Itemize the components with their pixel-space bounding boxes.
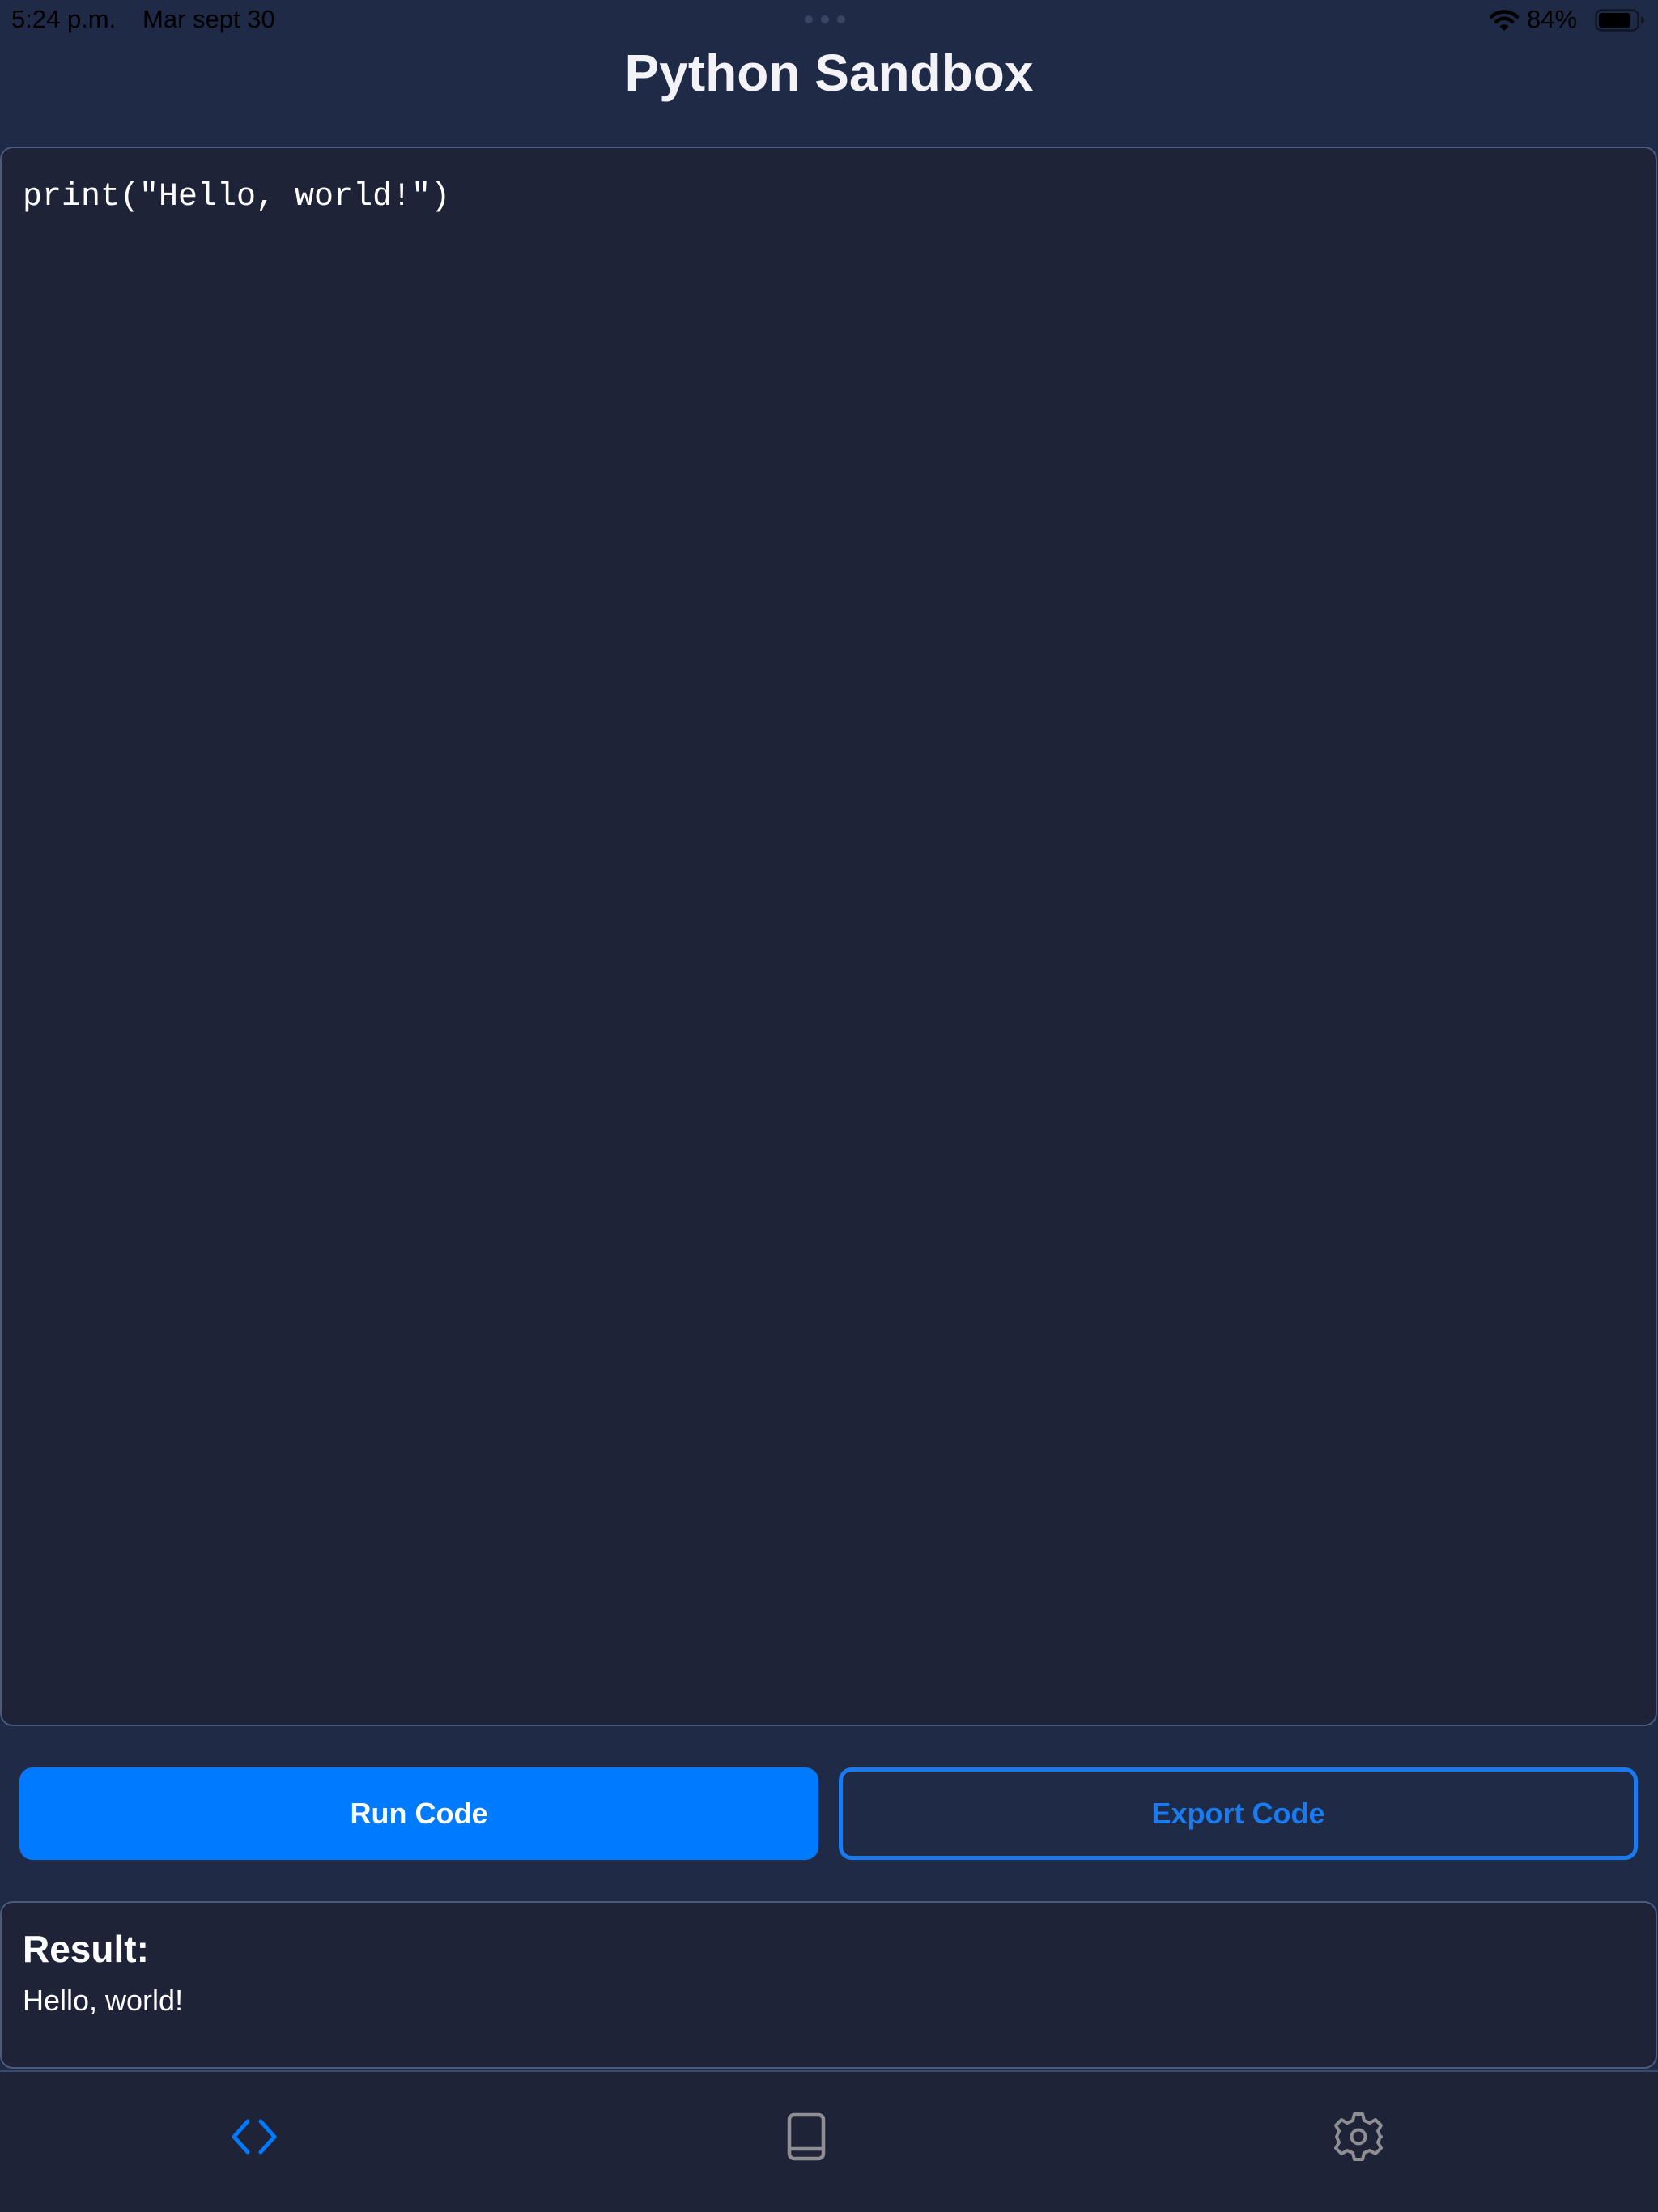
- run-code-label: Run Code: [350, 1797, 488, 1830]
- result-output: Hello, world!: [23, 1984, 184, 2017]
- battery-icon: [1595, 9, 1644, 32]
- code-brackets-icon: [232, 2119, 277, 2155]
- gear-icon: [1334, 2112, 1383, 2161]
- tab-settings[interactable]: [1326, 2104, 1391, 2169]
- battery-percentage: 84%: [1527, 5, 1578, 33]
- code-editor[interactable]: print("Hello, world!"): [0, 147, 1657, 1726]
- page-title: Python Sandbox: [624, 44, 1034, 102]
- run-code-button[interactable]: Run Code: [19, 1767, 818, 1860]
- tab-docs[interactable]: [774, 2104, 839, 2169]
- book-icon: [787, 2112, 826, 2161]
- code-text[interactable]: print("Hello, world!"): [23, 179, 450, 215]
- tab-code[interactable]: [222, 2104, 287, 2169]
- status-time: 5:24 p.m.: [11, 5, 117, 33]
- export-code-label: Export Code: [1151, 1797, 1325, 1830]
- result-title: Result:: [23, 1928, 149, 1970]
- status-date: Mar sept 30: [142, 5, 275, 33]
- multitasking-dots-icon[interactable]: [805, 15, 845, 23]
- result-panel: Result: Hello, world!: [0, 1901, 1657, 2069]
- status-bar: 5:24 p.m. Mar sept 30 84%: [0, 0, 1658, 40]
- export-code-button[interactable]: Export Code: [839, 1767, 1638, 1860]
- wifi-icon: [1489, 10, 1520, 31]
- tab-bar: [0, 2070, 1658, 2212]
